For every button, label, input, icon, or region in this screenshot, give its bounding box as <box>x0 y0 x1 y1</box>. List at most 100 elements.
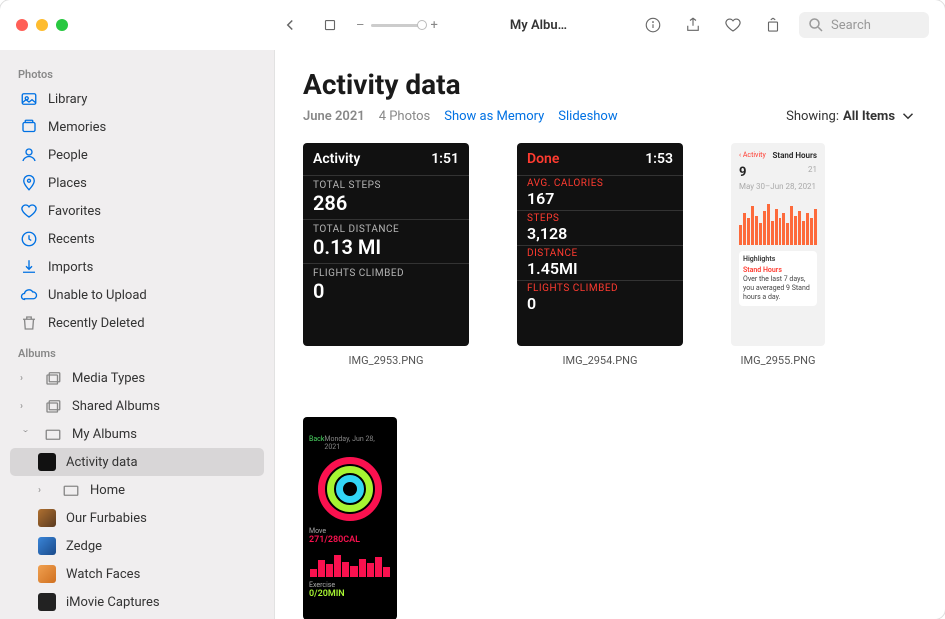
window-controls-region <box>16 19 276 31</box>
move-bars <box>310 549 390 577</box>
chevron-down-icon[interactable]: › <box>20 429 31 439</box>
stat-value: 286 <box>313 191 459 215</box>
health-axis: 21 <box>808 165 817 182</box>
sidebar-item-label: My Albums <box>72 427 137 442</box>
sidebar-item-recently-deleted[interactable]: Recently Deleted <box>10 309 264 337</box>
chevron-right-icon[interactable]: › <box>20 401 30 412</box>
health-highlight: Highlights Stand Hours Over the last 7 d… <box>739 251 817 306</box>
watch-title: Activity <box>313 151 360 167</box>
album-imovie-captures[interactable]: iMovie Captures <box>10 588 264 616</box>
album-thumb-icon <box>38 565 56 583</box>
sidebar: Photos Library Memories People Places Fa… <box>0 50 275 619</box>
showing-label: Showing: <box>786 109 839 124</box>
sidebar-item-my-albums[interactable]: › My Albums <box>10 420 264 448</box>
show-as-memory-link[interactable]: Show as Memory <box>444 109 544 124</box>
zoom-thumb[interactable] <box>417 20 427 30</box>
photo-thumbnail[interactable]: ‹ ActivityStand Hours 921 May 30–Jun 28,… <box>731 143 825 346</box>
highlight-title: Highlights <box>743 255 775 263</box>
photo-thumbnail[interactable]: Done1:53 AVG. CALORIES167 STEPS3,128 DIS… <box>517 143 683 346</box>
photo-count: 4 Photos <box>379 109 431 124</box>
sidebar-item-recents[interactable]: Recents <box>10 225 264 253</box>
highlight-sub: Stand Hours <box>743 266 813 275</box>
album-zedge[interactable]: Zedge <box>10 532 264 560</box>
window-title: My Albu… <box>470 18 607 33</box>
minimize-window-icon[interactable] <box>36 19 48 31</box>
sidebar-item-memories[interactable]: Memories <box>10 113 264 141</box>
stat-label: TOTAL DISTANCE <box>313 224 459 235</box>
stat-label: STEPS <box>527 213 673 224</box>
sidebar-item-label: iMovie Captures <box>66 595 160 610</box>
rotate-right-button[interactable] <box>759 11 787 39</box>
favorite-button[interactable] <box>719 11 747 39</box>
watch-time: 1:51 <box>431 151 459 167</box>
stat-value: 167 <box>527 189 673 208</box>
zoom-slider[interactable]: – + <box>356 18 438 33</box>
search-field[interactable]: Search <box>799 12 929 38</box>
zoom-track[interactable] <box>371 24 425 27</box>
info-button[interactable] <box>639 11 667 39</box>
sidebar-item-places[interactable]: Places <box>10 169 264 197</box>
cloud-icon <box>20 286 38 304</box>
toolbar: – + My Albu… Search <box>276 11 929 39</box>
sidebar-item-label: Favorites <box>48 204 101 219</box>
close-window-icon[interactable] <box>16 19 28 31</box>
sidebar-item-label: Recently Deleted <box>48 316 145 331</box>
album-our-furbabies[interactable]: Our Furbabies <box>10 504 264 532</box>
sidebar-item-label: People <box>48 148 88 163</box>
titlebar: – + My Albu… Search <box>0 0 945 50</box>
chevron-right-icon[interactable]: › <box>38 485 48 496</box>
trash-icon <box>20 314 38 332</box>
photo-thumbnail[interactable]: Activity1:51 TOTAL STEPS286 TOTAL DISTAN… <box>303 143 469 346</box>
chevron-right-icon[interactable]: › <box>20 373 30 384</box>
memories-icon <box>20 118 38 136</box>
sidebar-item-favorites[interactable]: Favorites <box>10 197 264 225</box>
health-range: May 30–Jun 28, 2021 <box>739 182 817 192</box>
health-title: Stand Hours <box>773 151 817 161</box>
zoom-plus[interactable]: + <box>431 18 438 33</box>
content-area: Activity data June 2021 4 Photos Show as… <box>275 50 945 619</box>
photo-thumbnail[interactable]: BackMonday, Jun 28, 2021 Move 271/280CAL… <box>303 417 397 619</box>
stack-icon <box>44 397 62 415</box>
stat-label: FLIGHTS CLIMBED <box>527 283 673 294</box>
move-label: Move <box>309 527 326 535</box>
stat-label: FLIGHTS CLIMBED <box>313 268 459 279</box>
sidebar-item-people[interactable]: People <box>10 141 264 169</box>
sidebar-item-library[interactable]: Library <box>10 85 264 113</box>
move-value: 271/280CAL <box>309 535 360 545</box>
sidebar-item-imports[interactable]: Imports <box>10 253 264 281</box>
sidebar-item-label: Memories <box>48 120 106 135</box>
folder-icon <box>62 481 80 499</box>
album-home[interactable]: › Home <box>10 476 264 504</box>
stack-icon <box>44 369 62 387</box>
sidebar-item-label: Shared Albums <box>72 399 160 414</box>
album-thumb-icon <box>38 509 56 527</box>
back-button[interactable] <box>276 11 304 39</box>
album-thumb-icon <box>38 593 56 611</box>
zoom-minus[interactable]: – <box>356 18 365 33</box>
sidebar-item-label: Imports <box>48 260 93 275</box>
rotate-button[interactable] <box>316 11 344 39</box>
sidebar-item-media-types[interactable]: ›Media Types <box>10 364 264 392</box>
recents-icon <box>20 230 38 248</box>
main-area: Photos Library Memories People Places Fa… <box>0 50 945 619</box>
search-placeholder: Search <box>831 18 871 33</box>
share-button[interactable] <box>679 11 707 39</box>
album-watch-faces[interactable]: Watch Faces <box>10 560 264 588</box>
photo-item: BackMonday, Jun 28, 2021 Move 271/280CAL… <box>303 417 397 619</box>
page-title: Activity data <box>303 68 917 101</box>
health-bars <box>739 197 817 245</box>
sidebar-item-unable-upload[interactable]: Unable to Upload <box>10 281 264 309</box>
stat-label: AVG. CALORIES <box>527 178 673 189</box>
maximize-window-icon[interactable] <box>56 19 68 31</box>
showing-filter[interactable]: Showing: All Items <box>786 107 917 125</box>
sidebar-item-shared-albums[interactable]: › Shared Albums <box>10 392 264 420</box>
album-activity-data[interactable]: Activity data <box>10 448 264 476</box>
slideshow-link[interactable]: Slideshow <box>558 109 617 124</box>
chevron-down-icon <box>899 107 917 125</box>
watch-title: Done <box>527 151 559 167</box>
watch-time: 1:53 <box>645 151 673 167</box>
phone-back: Back <box>309 435 324 451</box>
sidebar-item-label: Home <box>90 483 125 498</box>
photo-grid: Activity1:51 TOTAL STEPS286 TOTAL DISTAN… <box>303 143 917 619</box>
places-icon <box>20 174 38 192</box>
